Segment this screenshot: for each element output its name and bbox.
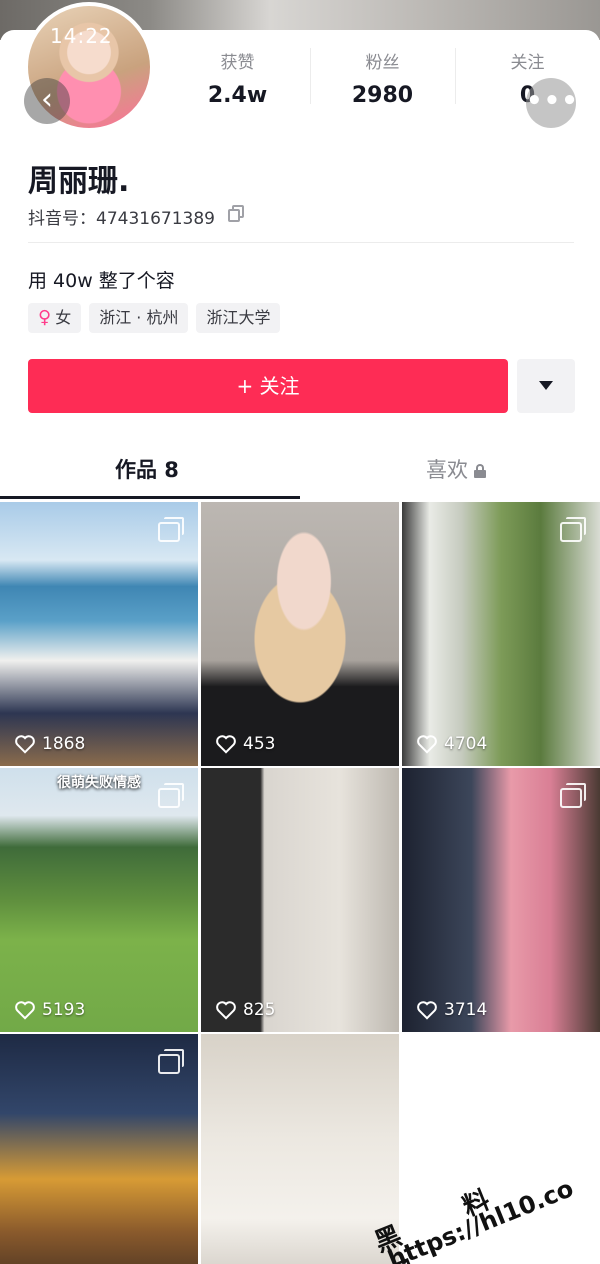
back-button[interactable]: ‹ xyxy=(24,78,70,124)
heart-icon xyxy=(216,1001,236,1020)
active-tab-indicator xyxy=(0,496,300,499)
heart-icon xyxy=(417,735,437,754)
stat-value: 2980 xyxy=(351,83,414,108)
heart-icon xyxy=(15,735,35,754)
heart-icon xyxy=(15,1001,35,1020)
video-likes: 1868 xyxy=(14,734,85,754)
video-likes: 453 xyxy=(215,734,275,754)
image-set-icon xyxy=(158,1049,184,1074)
video-thumbnail[interactable]: 825 xyxy=(201,768,399,1032)
stat-value: 2.4w xyxy=(207,83,268,108)
stat-followers[interactable]: 粉丝 2980 xyxy=(310,44,455,114)
stat-label: 关注 xyxy=(510,53,545,73)
video-likes: 4704 xyxy=(416,734,487,754)
profile-tags: ♀ 女 浙江 · 杭州 浙江大学 xyxy=(28,303,281,333)
douyin-id: 抖音号：47431671389 xyxy=(28,209,215,229)
video-thumbnail[interactable]: 3714 xyxy=(402,768,600,1032)
caret-down-icon xyxy=(539,381,553,390)
tab-likes[interactable]: 喜欢 xyxy=(426,454,486,484)
likes-count: 4704 xyxy=(444,734,488,754)
lock-icon xyxy=(474,464,486,478)
tag-label: 浙江 · 杭州 xyxy=(99,308,179,327)
more-button[interactable]: ••• xyxy=(526,78,579,128)
image-set-icon xyxy=(560,783,586,808)
recommend-dropdown-button[interactable] xyxy=(517,359,575,413)
video-thumbnail[interactable] xyxy=(0,1034,198,1264)
likes-count: 5193 xyxy=(42,1000,86,1020)
video-thumbnail[interactable]: 453 xyxy=(201,502,399,766)
video-likes: 825 xyxy=(215,1000,275,1020)
tag-label: 女 xyxy=(55,308,72,327)
female-icon: ♀ xyxy=(38,307,52,328)
status-time: 14:22 xyxy=(50,24,113,48)
tab-label: 作品 8 xyxy=(115,458,179,482)
image-set-icon xyxy=(158,783,184,808)
stat-label: 粉丝 xyxy=(365,53,400,73)
follow-button[interactable]: + 关注 xyxy=(28,359,508,413)
likes-count: 825 xyxy=(243,1000,276,1020)
more-icon: ••• xyxy=(526,86,579,116)
heart-icon xyxy=(216,735,236,754)
tag-label: 浙江大学 xyxy=(206,308,271,327)
video-thumbnail[interactable]: 4704 xyxy=(402,502,600,766)
tag-school[interactable]: 浙江大学 xyxy=(196,303,281,333)
heart-icon xyxy=(417,1001,437,1020)
copy-icon[interactable] xyxy=(228,205,246,223)
profile-name: 周丽珊. xyxy=(28,164,130,199)
video-likes: 3714 xyxy=(416,1000,487,1020)
video-thumbnail[interactable]: 1868 xyxy=(0,502,198,766)
tag-location[interactable]: 浙江 · 杭州 xyxy=(89,303,189,333)
stat-likes[interactable]: 获赞 2.4w xyxy=(165,44,310,114)
tag-gender: ♀ 女 xyxy=(28,303,82,333)
profile-bio: 用 40w 整了个容 xyxy=(28,270,175,292)
likes-count: 453 xyxy=(243,734,276,754)
tab-label: 喜欢 xyxy=(426,458,468,482)
content-tabs: 作品 8 喜欢 xyxy=(0,440,600,500)
video-likes: 5193 xyxy=(14,1000,85,1020)
tab-works[interactable]: 作品 8 xyxy=(115,454,179,484)
video-thumbnail[interactable]: 很萌失败情感 5193 xyxy=(0,768,198,1032)
image-set-icon xyxy=(560,517,586,542)
image-set-icon xyxy=(158,517,184,542)
divider xyxy=(28,242,574,243)
likes-count: 1868 xyxy=(42,734,86,754)
likes-count: 3714 xyxy=(444,1000,488,1020)
chevron-left-icon: ‹ xyxy=(41,82,53,117)
stat-label: 获赞 xyxy=(220,53,255,73)
